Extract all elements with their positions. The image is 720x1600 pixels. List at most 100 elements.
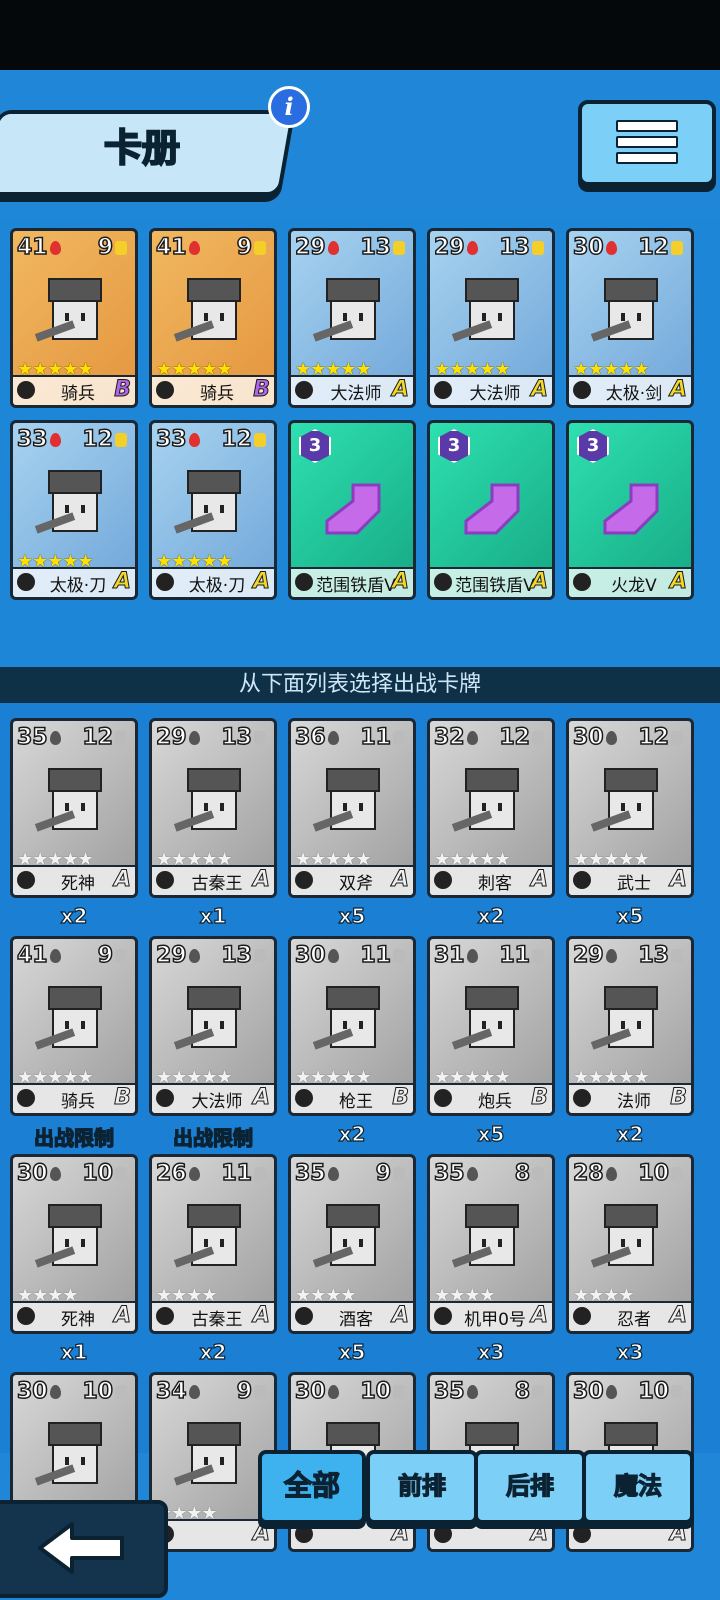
deck-card[interactable]: 30 12 ★★★★★ 太极·剑 A (566, 228, 694, 408)
card-count: x5 (338, 903, 366, 928)
card-name-bar: 忍者 A (569, 1301, 691, 1331)
collection-card[interactable]: 29 13 ★★★★★ 古秦王 A (149, 718, 277, 898)
level-badge: 3 (438, 429, 470, 463)
power-number: 8 (514, 1160, 531, 1187)
power-value: 12 (638, 724, 683, 751)
deck-card[interactable]: 29 13 ★★★★★ 大法师 A (288, 228, 416, 408)
mana-cost: 35 (294, 1160, 341, 1187)
power-value: 8 (514, 1160, 544, 1187)
collection-card[interactable]: 35 8 ★★★★ 机甲0号 A (427, 1154, 555, 1334)
class-icon (434, 1089, 452, 1107)
card-name-bar: 骑兵 B (13, 1083, 135, 1113)
power-number: 13 (638, 942, 670, 969)
grade-badge: A (530, 1303, 548, 1329)
mana-cost-value: 36 (294, 724, 326, 751)
card-count: x2 (199, 1339, 227, 1364)
unit-portrait-icon (312, 1204, 380, 1268)
power-number: 11 (221, 1160, 253, 1187)
class-icon (434, 573, 452, 591)
menu-button[interactable] (578, 100, 716, 186)
mana-cost-value: 35 (16, 724, 48, 751)
tab-front-row[interactable]: 前排 (366, 1450, 478, 1524)
menu-bar-icon (616, 152, 678, 164)
card-name: 武士 (617, 874, 651, 894)
collection-card[interactable]: 28 10 ★★★★ 忍者 A (566, 1154, 694, 1334)
collection-card[interactable]: 35 9 ★★★★ 酒客 A (288, 1154, 416, 1334)
grade-badge: A (391, 377, 409, 403)
class-icon (156, 381, 174, 399)
mana-cost-value: 32 (433, 724, 465, 751)
class-icon (573, 381, 591, 399)
class-icon (156, 1089, 174, 1107)
mana-cost: 36 (294, 724, 341, 751)
deck-card[interactable]: 29 13 ★★★★★ 大法师 A (427, 228, 555, 408)
collection-card[interactable]: 32 12 ★★★★★ 刺客 A (427, 718, 555, 898)
mana-drop-icon (466, 1167, 478, 1181)
deck-card[interactable]: 33 12 ★★★★★ 太极·刀 A (149, 420, 277, 600)
power-number: 9 (236, 1378, 253, 1405)
info-button[interactable]: i (268, 86, 310, 128)
mana-cost: 30 (294, 942, 341, 969)
card-name-bar: 古秦王 A (152, 1301, 274, 1331)
collection-card[interactable]: 35 12 ★★★★★ 死神 A (10, 718, 138, 898)
mana-cost-value: 35 (433, 1160, 465, 1187)
power-number: 10 (638, 1160, 670, 1187)
power-number: 9 (375, 1160, 392, 1187)
power-value: 9 (375, 1160, 405, 1187)
collection-card[interactable]: 29 13 ★★★★★ 法师 B (566, 936, 694, 1116)
card-name: 太极·剑 (605, 384, 663, 404)
power-number: 10 (360, 1378, 392, 1405)
power-icon (115, 241, 127, 255)
deck-card[interactable]: 3 范围铁盾V A (288, 420, 416, 600)
status-bar (0, 0, 720, 70)
deck-card[interactable]: 41 9 ★★★★★ 骑兵 B (10, 228, 138, 408)
deck-card[interactable]: 41 9 ★★★★★ 骑兵 B (149, 228, 277, 408)
grade-badge: A (113, 569, 131, 595)
power-number: 12 (221, 426, 253, 453)
card-count: x2 (616, 1121, 644, 1146)
power-number: 10 (82, 1378, 114, 1405)
collection-card[interactable]: 26 11 ★★★★ 古秦王 A (149, 1154, 277, 1334)
collection-card[interactable]: 30 10 ★★★★ 死神 A (10, 1154, 138, 1334)
power-value: 13 (221, 942, 266, 969)
mana-cost-value: 30 (572, 724, 604, 751)
power-value: 10 (82, 1378, 127, 1405)
power-icon (532, 731, 544, 745)
spell-icon (464, 483, 520, 535)
grade-badge: A (391, 1303, 409, 1329)
power-value: 10 (638, 1378, 683, 1405)
deck-card[interactable]: 3 范围铁盾V A (427, 420, 555, 600)
power-number: 13 (221, 724, 253, 751)
tab-back-row[interactable]: 后排 (474, 1450, 586, 1524)
unit-portrait-icon (312, 768, 380, 832)
collection-card[interactable]: 36 11 ★★★★★ 双斧 A (288, 718, 416, 898)
unit-portrait-icon (451, 986, 519, 1050)
card-name: 火龙V (611, 576, 657, 596)
collection-card[interactable]: 30 11 ★★★★★ 枪王 B (288, 936, 416, 1116)
card-name: 忍者 (617, 1310, 651, 1330)
collection-card[interactable]: 29 13 ★★★★★ 大法师 A (149, 936, 277, 1116)
unit-portrait-icon (34, 1422, 102, 1486)
mana-cost-value: 33 (16, 426, 48, 453)
collection-card[interactable]: 41 9 ★★★★★ 骑兵 B (10, 936, 138, 1116)
mana-drop-icon (327, 731, 339, 745)
grade-badge: A (252, 867, 270, 893)
mana-drop-icon (49, 1167, 61, 1181)
collection-card[interactable]: 31 11 ★★★★★ 炮兵 B (427, 936, 555, 1116)
card-name-bar: 死神 A (13, 865, 135, 895)
tab-all[interactable]: 全部 (258, 1450, 366, 1524)
collection-card[interactable]: 30 12 ★★★★★ 武士 A (566, 718, 694, 898)
spell-icon (603, 483, 659, 535)
power-icon (532, 1385, 544, 1399)
deck-card[interactable]: 3 火龙V A (566, 420, 694, 600)
card-count: x2 (60, 903, 88, 928)
deck-card[interactable]: 33 12 ★★★★★ 太极·刀 A (10, 420, 138, 600)
class-icon (295, 573, 313, 591)
unit-portrait-icon (173, 768, 241, 832)
power-icon (115, 731, 127, 745)
menu-bar-icon (616, 120, 678, 132)
card-count: x2 (477, 903, 505, 928)
unit-portrait-icon (451, 278, 519, 342)
card-name: 骑兵 (61, 1092, 95, 1112)
tab-magic[interactable]: 魔法 (582, 1450, 694, 1524)
